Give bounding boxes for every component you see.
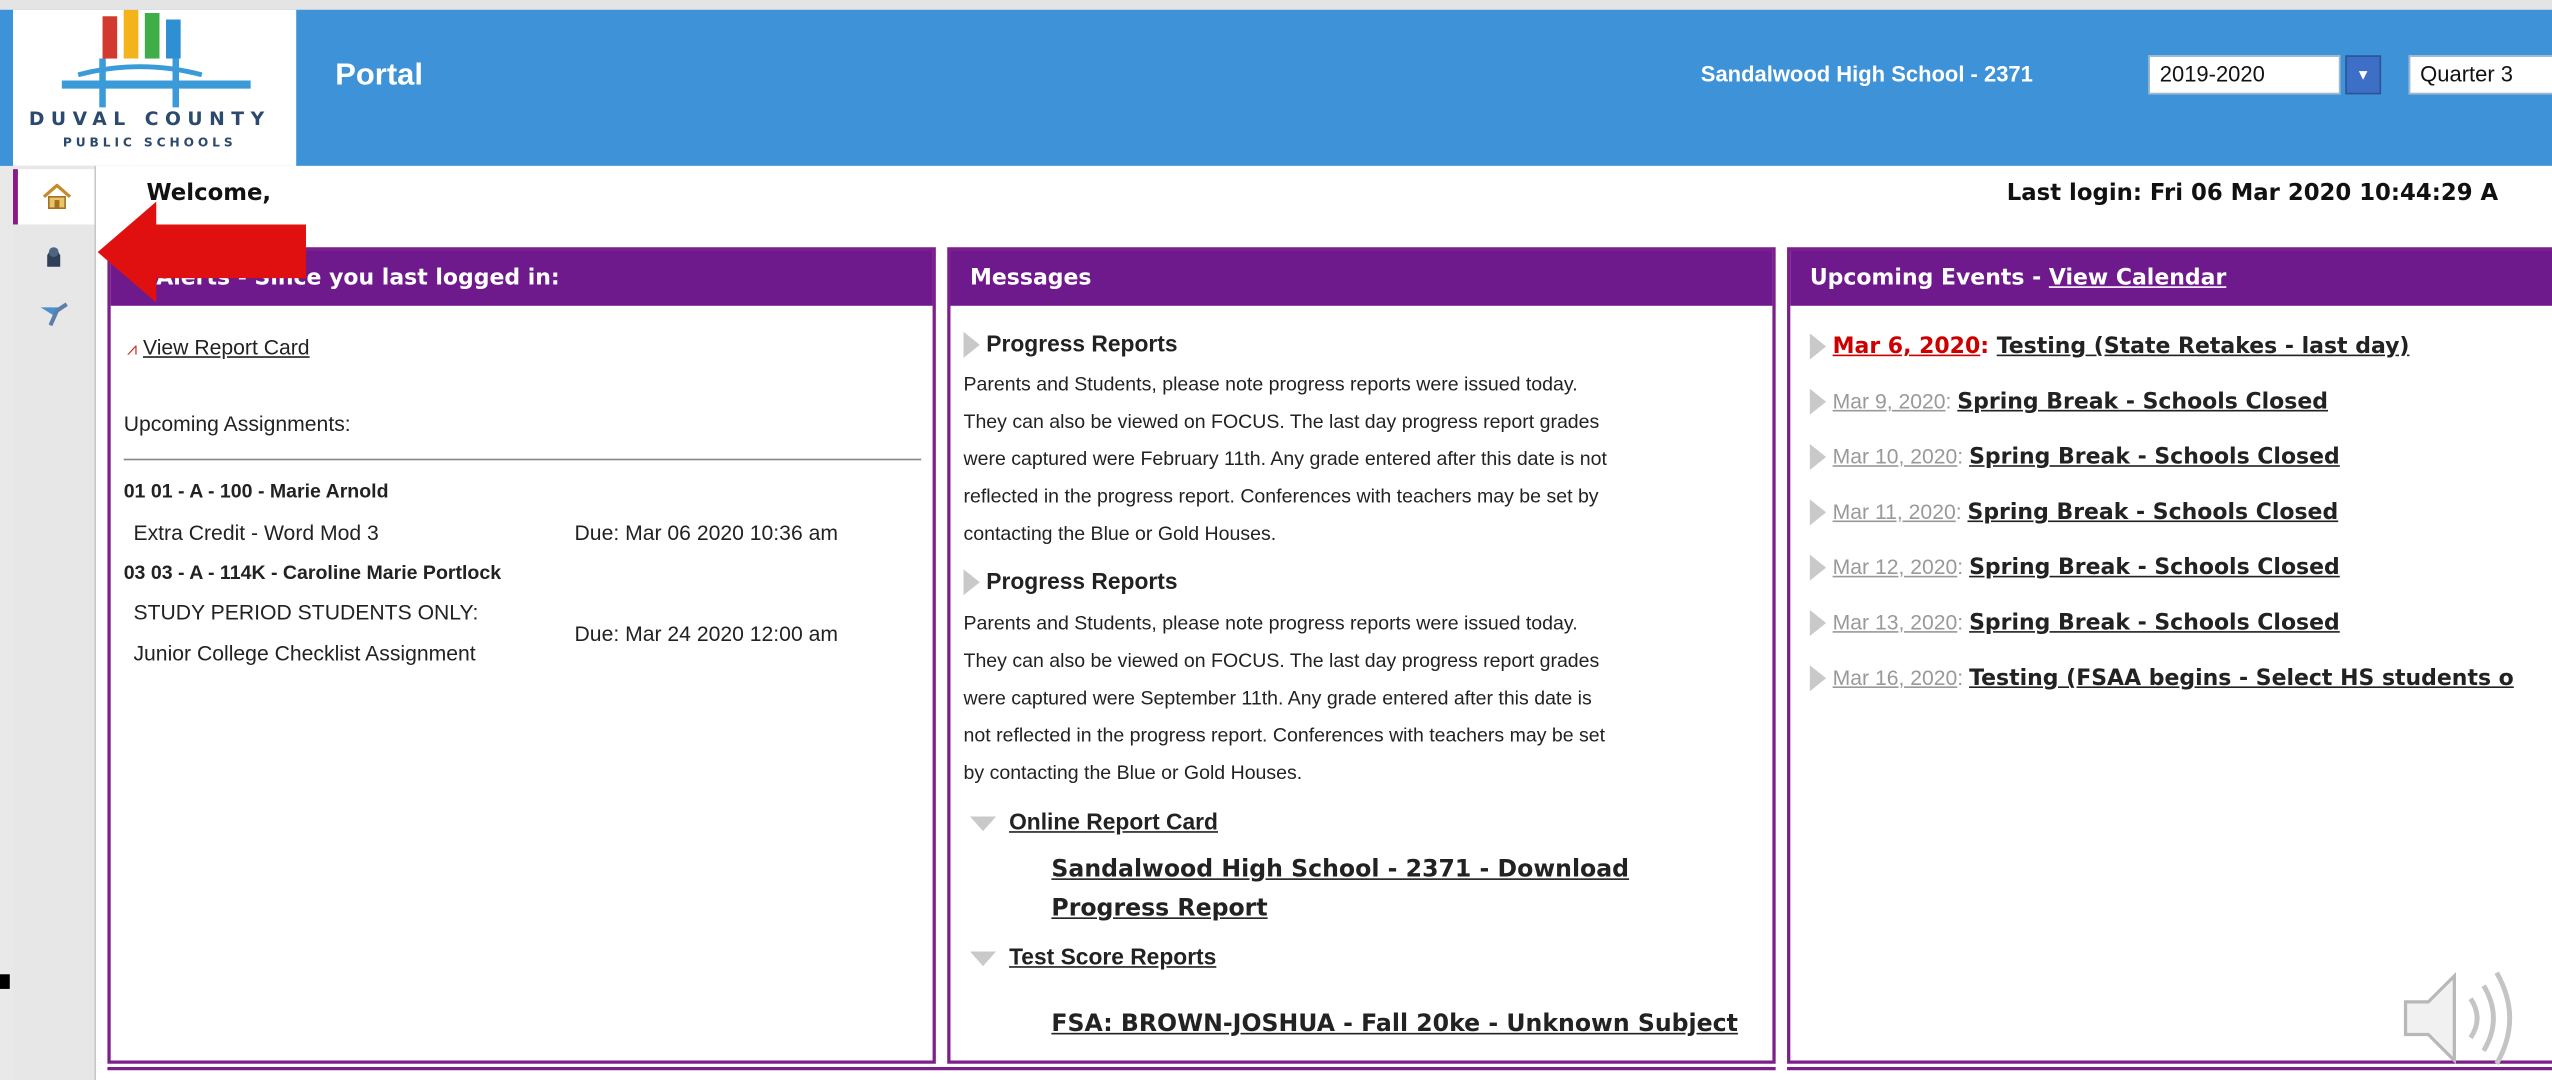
chart-icon: ⩘ — [126, 339, 138, 360]
event-item[interactable]: Mar 6, 2020: Testing (State Retakes - la… — [1809, 333, 2409, 360]
district-logo[interactable]: DUVAL COUNTY PUBLIC SCHOOLS — [13, 9, 297, 166]
assignment-due: Due: Mar 24 2020 12:00 am — [574, 621, 839, 646]
download-progress-report-link-line2[interactable]: Progress Report — [1051, 896, 1267, 922]
quarter-select[interactable]: Quarter 3 — [2408, 55, 2552, 95]
event-triangle-icon — [1809, 444, 1827, 471]
message-body: Parents and Students, please note progre… — [963, 372, 1607, 545]
report-card-link-label[interactable]: View Report Card — [143, 335, 310, 359]
home-icon — [42, 183, 71, 210]
year-select-dropdown-icon[interactable]: ▼ — [2345, 55, 2382, 95]
collapse-triangle-icon[interactable] — [963, 569, 980, 596]
upcoming-assignments-label: Upcoming Assignments: — [123, 411, 351, 436]
message-heading: Progress Reports — [963, 568, 1178, 596]
events-title: Upcoming Events - View Calendar — [1790, 250, 2552, 306]
messages-title: Messages — [950, 250, 1773, 306]
sidebar-item-home[interactable] — [13, 169, 95, 225]
year-select[interactable]: 2019-2020 — [2148, 55, 2341, 95]
collapse-triangle-icon[interactable] — [963, 332, 980, 359]
event-item[interactable]: Mar 9, 2020: Spring Break - Schools Clos… — [1809, 388, 2328, 415]
alerts-panel: Alerts - Since you last logged in: ⩘ Vie… — [107, 247, 936, 1064]
sidebar — [13, 165, 97, 1080]
download-progress-report-link[interactable]: Sandalwood High School - 2371 - Download — [1051, 857, 1629, 883]
message-heading: Progress Reports — [963, 330, 1178, 359]
event-item[interactable]: Mar 12, 2020: Spring Break - Schools Clo… — [1809, 554, 2340, 581]
sidebar-item-teacher[interactable] — [13, 286, 94, 341]
event-item[interactable]: Mar 13, 2020: Spring Break - Schools Clo… — [1809, 609, 2340, 636]
events-panel: Upcoming Events - View Calendar Mar 6, 2… — [1787, 247, 2552, 1064]
event-item[interactable]: Mar 16, 2020: Testing (FSAA begins - Sel… — [1809, 665, 2514, 692]
expand-triangle-icon — [970, 816, 997, 831]
event-triangle-icon — [1809, 499, 1827, 526]
teacher-icon — [40, 302, 68, 327]
event-triangle-icon — [1809, 333, 1827, 360]
event-triangle-icon — [1809, 609, 1827, 636]
portal-title: Portal — [335, 58, 423, 93]
online-report-card-toggle[interactable]: Online Report Card — [970, 808, 1218, 834]
assignment-name[interactable]: STUDY PERIOD STUDENTS ONLY: — [133, 600, 478, 624]
assignment-name-line2[interactable]: Junior College Checklist Assignment — [133, 641, 475, 665]
logo-graphic — [61, 9, 251, 108]
event-triangle-icon — [1809, 388, 1827, 415]
edge-marker — [0, 974, 10, 989]
event-triangle-icon — [1809, 665, 1827, 692]
logo-line2: PUBLIC SCHOOLS — [62, 135, 237, 150]
view-calendar-link[interactable]: View Calendar — [2049, 265, 2226, 291]
student-icon — [47, 247, 61, 267]
speaker-icon[interactable] — [2399, 956, 2523, 1080]
event-triangle-icon — [1809, 554, 1827, 581]
report-card-link[interactable]: ⩘ View Report Card — [127, 335, 310, 361]
red-arrow-icon — [97, 201, 306, 303]
assignment-course: 01 01 - A - 100 - Marie Arnold — [123, 479, 389, 503]
assignment-name[interactable]: Extra Credit - Word Mod 3 — [133, 520, 378, 544]
panel-row-2-top — [107, 1066, 1776, 1080]
message-body: Parents and Students, please note progre… — [963, 611, 1606, 784]
sidebar-item-student[interactable] — [13, 228, 94, 283]
event-item[interactable]: Mar 11, 2020: Spring Break - Schools Clo… — [1809, 499, 2338, 526]
school-name: Sandalwood High School - 2371 — [1700, 61, 2033, 87]
test-score-reports-toggle[interactable]: Test Score Reports — [970, 943, 1216, 969]
event-item[interactable]: Mar 10, 2020: Spring Break - Schools Clo… — [1809, 444, 2340, 471]
logo-line1: DUVAL COUNTY — [28, 107, 271, 131]
assignment-due: Due: Mar 06 2020 10:36 am — [574, 520, 839, 545]
expand-triangle-icon — [970, 951, 997, 966]
last-login-text: Last login: Fri 06 Mar 2020 10:44:29 A — [2006, 180, 2499, 207]
divider — [123, 458, 922, 461]
messages-panel: Messages Progress Reports Parents and St… — [947, 247, 1776, 1064]
assignment-course: 03 03 - A - 114K - Caroline Marie Portlo… — [123, 561, 502, 584]
fsa-report-link[interactable]: FSA: BROWN-JOSHUA - Fall 20ke - Unknown … — [1051, 1012, 1738, 1038]
